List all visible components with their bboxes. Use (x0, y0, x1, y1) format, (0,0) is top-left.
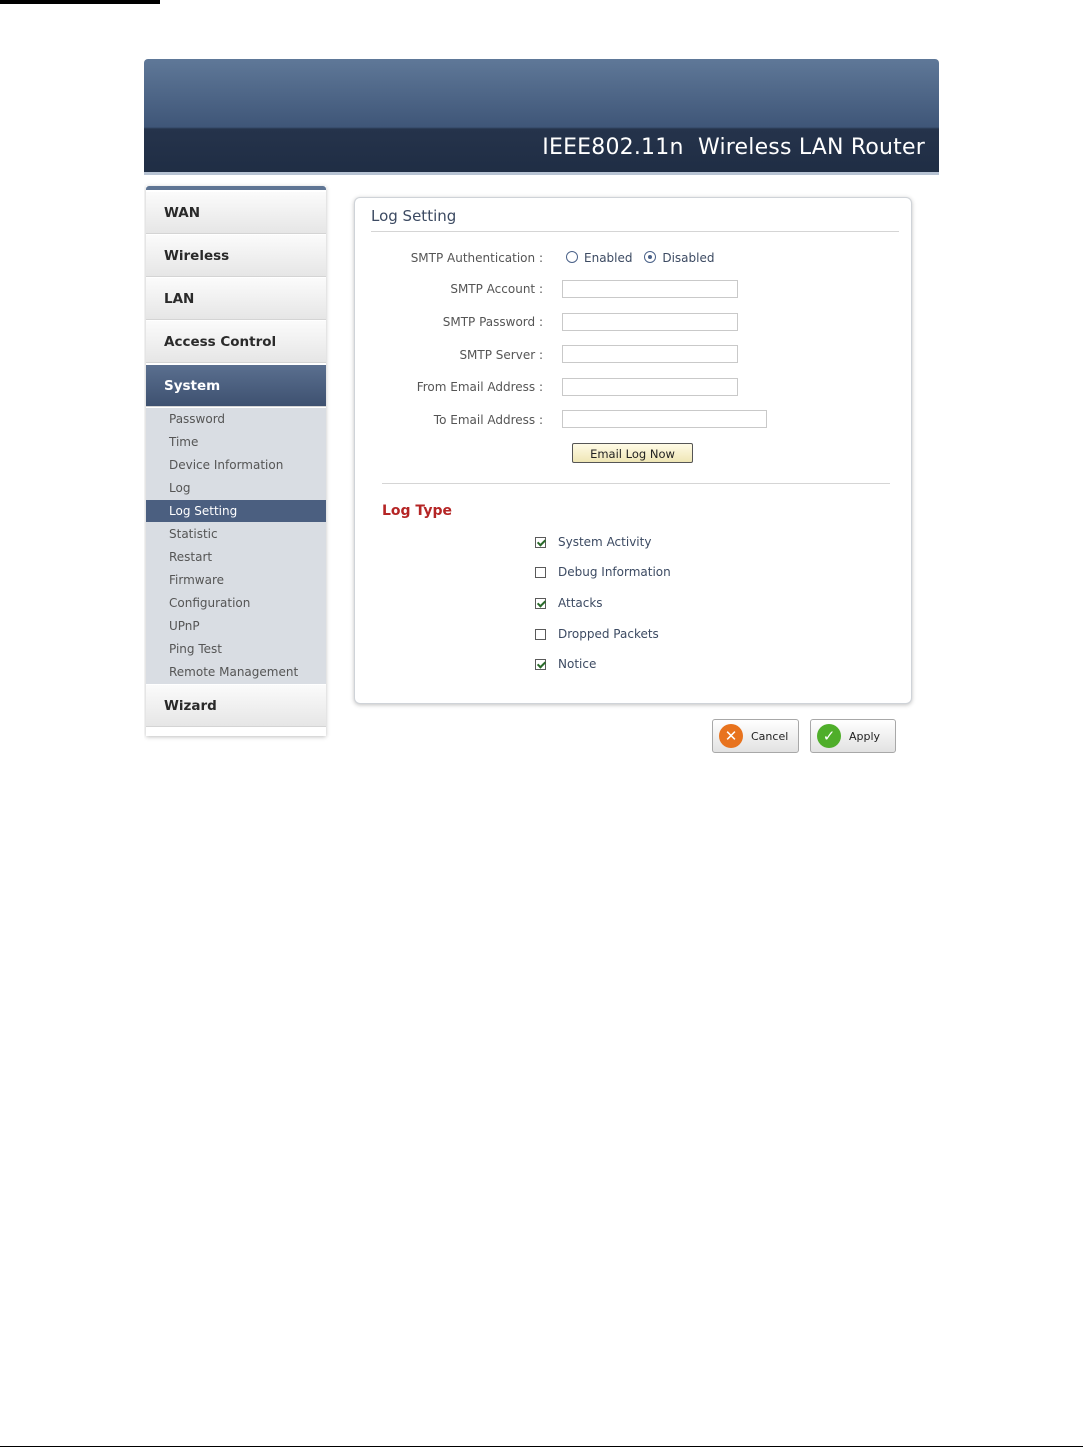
x-icon: ✕ (719, 724, 743, 748)
sidebar-section-system[interactable]: System (146, 365, 326, 407)
log-option-dropped-packets: Dropped Packets (535, 627, 659, 641)
page-top-rule (0, 0, 160, 4)
radio-disabled-label: Disabled (662, 251, 715, 265)
log-setting-panel: Log Setting SMTP Authentication : Enable… (354, 197, 912, 704)
sidebar-section-lan[interactable]: LAN (146, 278, 326, 320)
sidebar: WAN Wireless LAN Access Control System P… (146, 186, 326, 736)
smtp-authentication-radio-group: Enabled Disabled (566, 251, 722, 265)
checkbox-dropped-packets-label: Dropped Packets (558, 627, 659, 641)
checkbox-system-activity[interactable] (535, 537, 546, 548)
checkbox-notice[interactable] (535, 659, 546, 670)
sidebar-item-remote-management[interactable]: Remote Management (146, 661, 326, 683)
checkbox-dropped-packets[interactable] (535, 629, 546, 640)
log-option-notice: Notice (535, 657, 596, 671)
sidebar-item-log[interactable]: Log (146, 477, 326, 499)
smtp-password-input[interactable] (562, 313, 738, 331)
sidebar-section-access-control[interactable]: Access Control (146, 321, 326, 363)
check-icon: ✓ (817, 724, 841, 748)
panel-title-divider (371, 231, 899, 232)
checkbox-attacks[interactable] (535, 598, 546, 609)
log-option-attacks: Attacks (535, 596, 603, 610)
radio-disabled[interactable] (644, 251, 657, 263)
sidebar-item-time[interactable]: Time (146, 431, 326, 453)
smtp-account-label: SMTP Account : (450, 282, 543, 296)
sidebar-item-upnp[interactable]: UPnP (146, 615, 326, 637)
cancel-button[interactable]: ✕ Cancel (712, 719, 799, 753)
sidebar-item-password[interactable]: Password (146, 408, 326, 430)
sidebar-item-device-information[interactable]: Device Information (146, 454, 326, 476)
radio-enabled-label: Enabled (584, 251, 633, 265)
panel-title: Log Setting (371, 207, 457, 225)
header-divider (144, 172, 939, 175)
router-ui-frame: IEEE802.11n Wireless LAN Router WAN Wire… (144, 59, 939, 760)
cancel-button-label: Cancel (751, 730, 789, 743)
header-title: IEEE802.11n Wireless LAN Router (542, 135, 925, 160)
smtp-server-label: SMTP Server : (459, 348, 543, 362)
smtp-server-input[interactable] (562, 345, 738, 363)
checkbox-system-activity-label: System Activity (558, 535, 652, 549)
checkbox-notice-label: Notice (558, 657, 597, 671)
smtp-authentication-label: SMTP Authentication : (410, 251, 543, 265)
log-type-title: Log Type (382, 503, 452, 519)
from-email-label: From Email Address : (416, 380, 543, 394)
checkbox-debug-information-label: Debug Information (558, 565, 671, 579)
page-bottom-rule (0, 1446, 1083, 1447)
system-submenu: Password Time Device Information Log Log… (146, 408, 326, 684)
sidebar-item-firmware[interactable]: Firmware (146, 569, 326, 591)
smtp-account-input[interactable] (562, 280, 738, 298)
to-email-label: To Email Address : (433, 413, 543, 427)
sidebar-section-wizard[interactable]: Wizard (146, 685, 326, 727)
sidebar-section-wireless[interactable]: Wireless (146, 235, 326, 277)
sidebar-item-ping-test[interactable]: Ping Test (146, 638, 326, 660)
to-email-input[interactable] (562, 410, 767, 428)
from-email-input[interactable] (562, 378, 738, 396)
email-log-now-button[interactable]: Email Log Now (572, 443, 693, 463)
sidebar-item-log-setting[interactable]: Log Setting (146, 500, 326, 522)
section-divider (382, 483, 890, 484)
sidebar-item-restart[interactable]: Restart (146, 546, 326, 568)
sidebar-top-accent (146, 186, 326, 190)
sidebar-item-configuration[interactable]: Configuration (146, 592, 326, 614)
radio-enabled[interactable] (566, 251, 578, 263)
apply-button-label: Apply (849, 730, 881, 743)
sidebar-section-wan[interactable]: WAN (146, 192, 326, 234)
checkbox-attacks-label: Attacks (558, 596, 603, 610)
log-option-debug-information: Debug Information (535, 565, 671, 579)
checkbox-debug-information[interactable] (535, 567, 546, 578)
smtp-password-label: SMTP Password : (442, 315, 543, 329)
sidebar-item-statistic[interactable]: Statistic (146, 523, 326, 545)
log-option-system-activity: System Activity (535, 535, 651, 549)
header-banner: IEEE802.11n Wireless LAN Router (144, 59, 939, 175)
apply-button[interactable]: ✓ Apply (810, 719, 896, 753)
